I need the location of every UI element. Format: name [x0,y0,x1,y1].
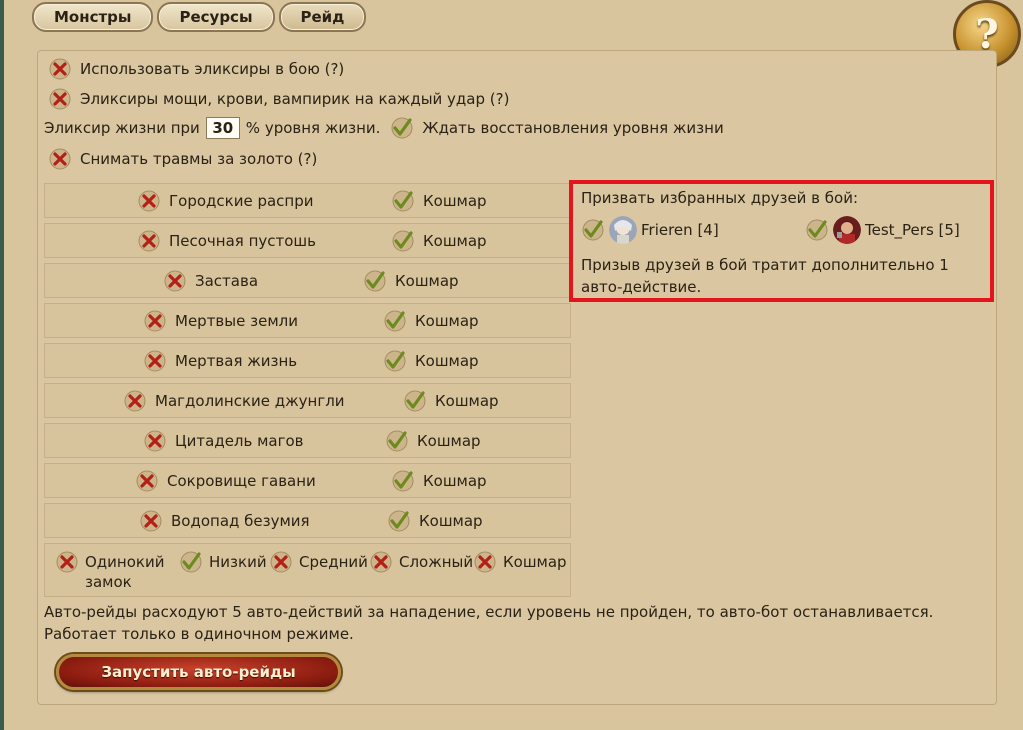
option-use-elixirs: Использовать эликсиры в бою (?) [48,57,344,81]
cross-icon[interactable] [163,269,187,293]
friends-note: Призыв друзей в бой тратит дополнительно… [581,256,949,296]
cross-icon[interactable] [139,509,163,533]
location-mode: Кошмар [423,192,487,210]
life-percent-input[interactable] [205,117,240,139]
location-row: Магдолинские джунгли Кошмар [44,383,571,418]
location-row: Водопад безумия Кошмар [44,503,571,538]
location-name: Песочная пустошь [169,232,316,250]
location-mode: Кошмар [395,272,459,290]
info-text: Авто-рейды расходуют 5 авто-действий за … [44,601,933,645]
option-power-elixirs: Эликсиры мощи, крови, вампирик на каждый… [48,87,509,111]
check-icon[interactable] [383,349,407,373]
difficulty-low: Низкий [209,553,267,571]
cross-icon[interactable] [48,87,72,111]
check-icon[interactable] [363,269,387,293]
check-icon[interactable] [391,229,415,253]
option-life-elixir: Эликсир жизни при % уровня жизни. Ждать … [44,116,724,140]
difficulty-medium: Средний [299,553,368,571]
location-row: Городские распри Кошмар [44,183,571,218]
location-name: Водопад безумия [171,512,310,530]
cross-icon[interactable] [269,550,293,574]
check-icon[interactable] [391,469,415,493]
info-line: Авто-рейды расходуют 5 авто-действий за … [44,603,934,621]
avatar [833,216,861,244]
tab-monsters[interactable]: Монстры [32,2,154,32]
location-name: Цитадель магов [175,432,304,450]
option-label: Снимать травмы за золото (?) [80,150,318,168]
life-elixir-suffix: % уровня жизни. [245,119,381,137]
cross-icon[interactable] [48,57,72,81]
cross-icon[interactable] [473,550,497,574]
check-icon[interactable] [179,550,203,574]
cross-icon[interactable] [135,469,159,493]
wait-recovery-label: Ждать восстановления уровня жизни [422,119,724,137]
cross-icon[interactable] [369,550,393,574]
location-row: Сокровище гавани Кошмар [44,463,571,498]
location-name: Мертвые земли [175,312,298,330]
location-name: Магдолинские джунгли [155,392,345,410]
difficulty-nightmare: Кошмар [503,553,567,571]
location-row: Мертвые земли Кошмар [44,303,571,338]
check-icon[interactable] [385,429,409,453]
castle-name-line2: замок [85,573,132,591]
tab-bar: Монстры Ресурсы Рейд [32,2,367,32]
location-mode: Кошмар [415,312,479,330]
friend-name: Test_Pers [5] [865,221,960,239]
avatar [609,216,637,244]
check-icon[interactable] [387,509,411,533]
option-label: Использовать эликсиры в бою (?) [80,60,345,78]
location-name: Сокровище гавани [167,472,316,490]
raid-window: Монстры Ресурсы Рейд ? Использовать элик… [0,0,1023,730]
cross-icon[interactable] [137,189,161,213]
location-name: Застава [195,272,259,290]
friends-box: Призвать избранных друзей в бой: Frieren… [569,180,994,302]
location-row: Цитадель магов Кошмар [44,423,571,458]
friend-item: Test_Pers [5] [805,216,960,244]
location-mode: Кошмар [415,352,479,370]
life-elixir-prefix: Эликсир жизни при [44,119,200,137]
location-row-castle: Одинокий замок Низкий Средний Сложный Ко… [44,543,571,597]
cross-icon[interactable] [48,147,72,171]
location-name: Мертвая жизнь [175,352,298,370]
friend-item: Frieren [4] [581,216,719,244]
check-icon[interactable] [403,389,427,413]
cross-icon[interactable] [123,389,147,413]
start-auto-raids-button[interactable]: Запустить авто-рейды [56,654,341,690]
friends-title: Призвать избранных друзей в бой: [581,189,859,207]
location-row: Мертвая жизнь Кошмар [44,343,571,378]
cross-icon[interactable] [143,349,167,373]
cross-icon[interactable] [55,550,79,574]
check-icon[interactable] [383,309,407,333]
location-row: Застава Кошмар [44,263,571,298]
friend-name: Frieren [4] [641,221,719,239]
location-mode: Кошмар [423,232,487,250]
cross-icon[interactable] [143,429,167,453]
tab-resources[interactable]: Ресурсы [157,2,275,32]
location-row: Песочная пустошь Кошмар [44,223,571,258]
check-icon[interactable] [390,116,414,140]
tab-raid[interactable]: Рейд [278,2,367,32]
location-mode: Кошмар [417,432,481,450]
castle-name: Одинокий замок [85,550,164,592]
option-label: Эликсиры мощи, крови, вампирик на каждый… [80,90,510,108]
check-icon[interactable] [805,218,829,242]
info-line: Работает только в одиночном режиме. [44,625,354,643]
option-heal-gold: Снимать травмы за золото (?) [48,147,317,171]
check-icon[interactable] [391,189,415,213]
location-mode: Кошмар [435,392,499,410]
cross-icon[interactable] [137,229,161,253]
difficulty-hard: Сложный [399,553,474,571]
location-mode: Кошмар [423,472,487,490]
check-icon[interactable] [581,218,605,242]
location-name: Городские распри [169,192,314,210]
cross-icon[interactable] [143,309,167,333]
castle-name-line1: Одинокий [85,553,165,571]
location-mode: Кошмар [419,512,483,530]
